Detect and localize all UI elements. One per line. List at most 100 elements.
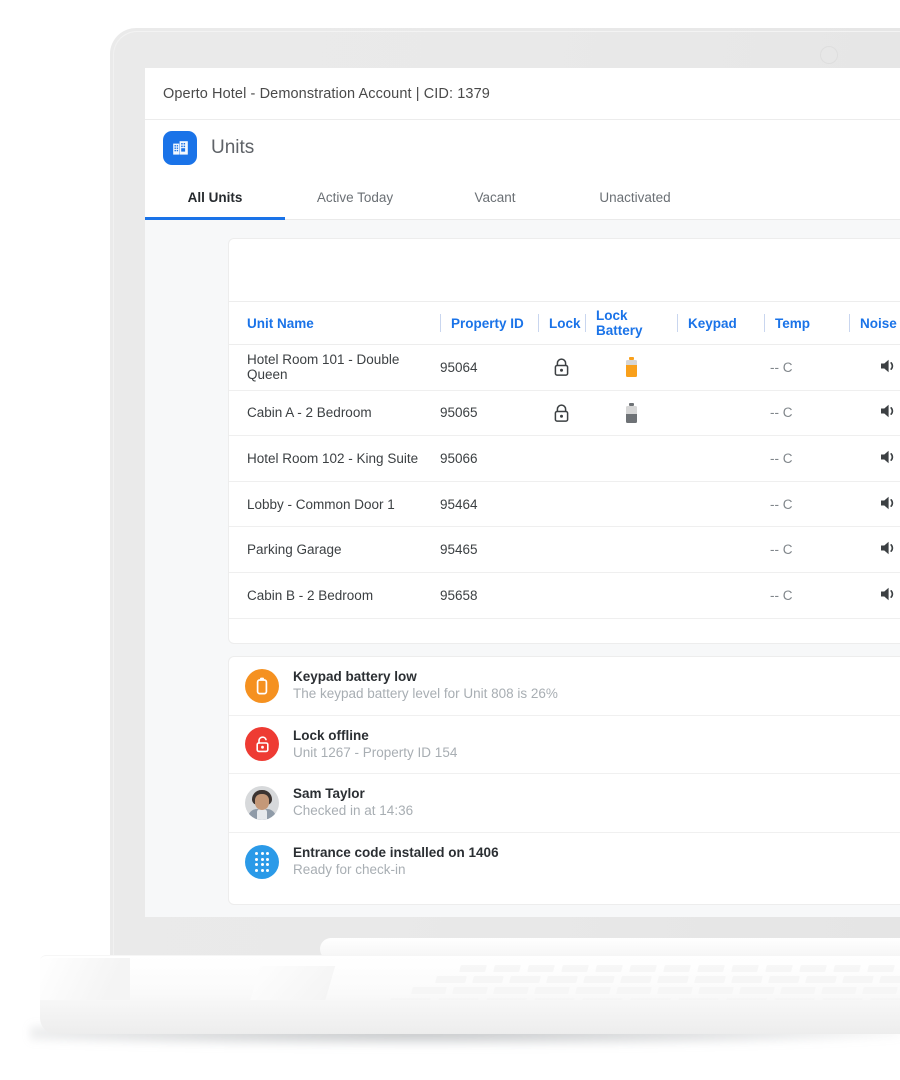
webcam-icon: [820, 46, 838, 64]
cell-property-id: 95064: [440, 359, 478, 375]
speaker-icon[interactable]: [879, 402, 899, 423]
table-row[interactable]: Cabin B - 2 Bedroom 95658 -- C: [229, 573, 900, 619]
notification-item[interactable]: Lock offlineUnit 1267 - Property ID 1542…: [229, 716, 900, 774]
notification-title: Sam Taylor: [293, 786, 365, 802]
keyboard-key: [459, 965, 487, 972]
keyboard-key: [698, 987, 734, 994]
cell-keypad: [677, 482, 764, 527]
speaker-icon[interactable]: [879, 494, 899, 515]
column-header-temp-label: Temp: [775, 315, 811, 331]
tab-active-today[interactable]: Active Today: [285, 176, 425, 219]
keyboard-key: [435, 976, 467, 983]
notification-subtitle: Ready for check-in: [293, 862, 406, 878]
cell-noise: [849, 436, 900, 481]
column-header-keypad[interactable]: Keypad: [677, 302, 764, 344]
cell-keypad: [677, 527, 764, 572]
battery-icon[interactable]: [625, 357, 637, 378]
locked-padlock-icon[interactable]: [553, 403, 570, 423]
keyboard-key: [620, 976, 652, 983]
notification-subtitle: The keypad battery level for Unit 808 is…: [293, 686, 558, 702]
cell-lock-battery: [585, 391, 677, 436]
keyboard-key: [731, 965, 759, 972]
keyboard-key: [862, 987, 898, 994]
notification-item[interactable]: Keypad battery low The keypad battery lev…: [229, 657, 900, 716]
battery-icon[interactable]: [625, 402, 637, 423]
keyboard-key: [879, 976, 900, 983]
column-header-noise[interactable]: Noise: [849, 302, 900, 344]
keyboard-key: [472, 976, 504, 983]
cell-lock-battery: [585, 527, 677, 572]
cell-property-id: 95464: [440, 496, 478, 512]
column-header-lock[interactable]: Lock: [538, 302, 585, 344]
notification-text: Keypad battery low The keypad battery lev…: [293, 668, 900, 703]
table-row[interactable]: Lobby - Common Door 1 95464 -- C: [229, 482, 900, 528]
column-header-lock-label: Lock: [549, 315, 581, 331]
speaker-icon[interactable]: [879, 448, 899, 469]
keyboard-key: [731, 976, 763, 983]
keyboard-key: [493, 987, 529, 994]
tabs: All Units Active Today Vacant Unactivate…: [145, 176, 900, 220]
keyboard-key: [697, 965, 725, 972]
keypad-icon: [245, 844, 279, 879]
cell-noise: [849, 391, 900, 436]
tab-vacant[interactable]: Vacant: [425, 176, 565, 219]
notification-title: Lock offline: [293, 727, 369, 743]
cell-property-id: 95066: [440, 450, 478, 466]
notification-title: Entrance code installed on 1406: [293, 845, 499, 861]
column-header-property-id[interactable]: Property ID: [440, 302, 538, 344]
cell-lock-battery: [585, 436, 677, 481]
column-header-temp[interactable]: Temp: [764, 302, 849, 344]
account-title: Operto Hotel - Demonstration Account | C…: [163, 85, 490, 102]
cell-lock: [538, 436, 585, 481]
cell-unit-name: Hotel Room 102 - King Suite: [247, 450, 419, 466]
notifications-list: Keypad battery low The keypad battery lev…: [229, 657, 900, 891]
cell-temp: -- C: [770, 405, 793, 421]
page-body: Unit Name Property ID Lock Lock Battery …: [145, 220, 900, 917]
account-bar: Operto Hotel - Demonstration Account | C…: [145, 68, 900, 120]
keyboard-key: [575, 987, 611, 994]
tab-all-units[interactable]: All Units: [145, 176, 285, 220]
app-bar: Units: [145, 120, 900, 176]
tab-active-today-label: Active Today: [316, 190, 394, 205]
tab-unactivated[interactable]: Unactivated: [565, 176, 705, 219]
cell-unit-name: Cabin B - 2 Bedroom: [247, 587, 374, 603]
keyboard-key: [657, 987, 693, 994]
cell-keypad: [677, 391, 764, 436]
locked-padlock-icon[interactable]: [553, 357, 570, 377]
keyboard-key: [657, 976, 689, 983]
table-row[interactable]: Cabin A - 2 Bedroom 95065 -- C: [229, 391, 900, 437]
keyboard-key: [493, 965, 521, 972]
keyboard-key: [595, 965, 623, 972]
keyboard-key: [821, 987, 857, 994]
table-toolbar-area: [229, 239, 900, 301]
speaker-icon[interactable]: [879, 539, 899, 560]
cell-noise: [849, 482, 900, 527]
keyboard-key: [509, 976, 541, 983]
column-header-noise-label: Noise: [860, 315, 897, 331]
notification-text: Entrance code installed on 1406 Ready for…: [293, 844, 900, 879]
notification-subtitle: Checked in at 14:36: [293, 803, 414, 819]
laptop-scene: Operto Hotel - Demonstration Account | C…: [0, 0, 900, 1080]
laptop-base-front: [40, 1000, 900, 1034]
table-row[interactable]: Hotel Room 102 - King Suite 95066 -- C: [229, 436, 900, 482]
notification-item[interactable]: Entrance code installed on 1406 Ready for…: [229, 833, 900, 892]
cell-noise: [849, 573, 900, 618]
notification-item[interactable]: Sam TaylorChecked in at 14:367 hours ago: [229, 774, 900, 833]
speaker-icon[interactable]: [879, 585, 899, 606]
table-row[interactable]: Parking Garage 95465 -- C: [229, 527, 900, 573]
cell-property-id: 95465: [440, 542, 478, 558]
speaker-icon[interactable]: [879, 357, 899, 378]
tab-vacant-label: Vacant: [474, 190, 516, 205]
keyboard-key: [867, 965, 895, 972]
cell-unit-name: Parking Garage: [247, 542, 342, 558]
keyboard-key: [805, 976, 837, 983]
tab-unactivated-label: Unactivated: [599, 190, 671, 205]
column-header-unit-name[interactable]: Unit Name: [229, 302, 440, 344]
column-header-lock-battery[interactable]: Lock Battery: [585, 302, 677, 344]
unlocked-padlock-icon: [245, 727, 279, 762]
cell-lock-battery: [585, 345, 677, 390]
table-row[interactable]: Hotel Room 101 - Double Queen 95064 -- C: [229, 345, 900, 391]
keyboard-key: [780, 987, 816, 994]
cell-lock: [538, 573, 585, 618]
table-header-row: Unit Name Property ID Lock Lock Battery …: [229, 301, 900, 345]
